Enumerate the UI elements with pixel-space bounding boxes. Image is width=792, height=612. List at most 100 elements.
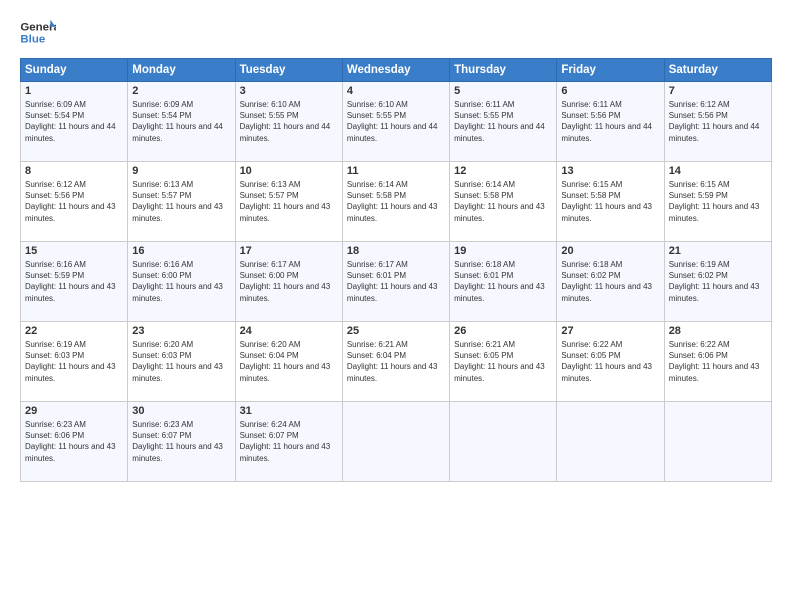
weekday-header: Thursday xyxy=(450,59,557,82)
day-number: 3 xyxy=(240,85,338,97)
page: General Blue SundayMondayTuesdayWednesda… xyxy=(0,0,792,612)
day-number: 2 xyxy=(132,85,230,97)
calendar-cell: 16 Sunrise: 6:16 AMSunset: 6:00 PMDayligh… xyxy=(128,242,235,322)
day-number: 31 xyxy=(240,405,338,417)
weekday-header: Saturday xyxy=(664,59,771,82)
cell-text: Sunrise: 6:23 AMSunset: 6:06 PMDaylight:… xyxy=(25,420,116,463)
calendar-cell: 31 Sunrise: 6:24 AMSunset: 6:07 PMDayligh… xyxy=(235,402,342,482)
weekday-header: Tuesday xyxy=(235,59,342,82)
calendar-cell: 6 Sunrise: 6:11 AMSunset: 5:56 PMDaylight… xyxy=(557,82,664,162)
day-number: 16 xyxy=(132,245,230,257)
cell-text: Sunrise: 6:17 AMSunset: 6:00 PMDaylight:… xyxy=(240,260,331,303)
calendar-cell: 5 Sunrise: 6:11 AMSunset: 5:55 PMDaylight… xyxy=(450,82,557,162)
day-number: 19 xyxy=(454,245,552,257)
cell-text: Sunrise: 6:20 AMSunset: 6:03 PMDaylight:… xyxy=(132,340,223,383)
calendar-cell: 28 Sunrise: 6:22 AMSunset: 6:06 PMDayligh… xyxy=(664,322,771,402)
day-number: 13 xyxy=(561,165,659,177)
day-number: 30 xyxy=(132,405,230,417)
header-row: SundayMondayTuesdayWednesdayThursdayFrid… xyxy=(21,59,772,82)
weekday-header: Monday xyxy=(128,59,235,82)
day-number: 24 xyxy=(240,325,338,337)
logo-icon: General Blue xyxy=(20,18,56,48)
weekday-header: Wednesday xyxy=(342,59,449,82)
cell-text: Sunrise: 6:18 AMSunset: 6:02 PMDaylight:… xyxy=(561,260,652,303)
cell-text: Sunrise: 6:14 AMSunset: 5:58 PMDaylight:… xyxy=(347,180,438,223)
cell-text: Sunrise: 6:22 AMSunset: 6:06 PMDaylight:… xyxy=(669,340,760,383)
header: General Blue xyxy=(20,18,772,48)
weekday-header: Friday xyxy=(557,59,664,82)
cell-text: Sunrise: 6:11 AMSunset: 5:55 PMDaylight:… xyxy=(454,100,545,143)
calendar-cell: 29 Sunrise: 6:23 AMSunset: 6:06 PMDayligh… xyxy=(21,402,128,482)
calendar-cell: 25 Sunrise: 6:21 AMSunset: 6:04 PMDayligh… xyxy=(342,322,449,402)
calendar-cell: 2 Sunrise: 6:09 AMSunset: 5:54 PMDaylight… xyxy=(128,82,235,162)
cell-text: Sunrise: 6:15 AMSunset: 5:59 PMDaylight:… xyxy=(669,180,760,223)
cell-text: Sunrise: 6:10 AMSunset: 5:55 PMDaylight:… xyxy=(347,100,438,143)
calendar-cell: 11 Sunrise: 6:14 AMSunset: 5:58 PMDayligh… xyxy=(342,162,449,242)
day-number: 14 xyxy=(669,165,767,177)
day-number: 23 xyxy=(132,325,230,337)
day-number: 6 xyxy=(561,85,659,97)
calendar-cell: 15 Sunrise: 6:16 AMSunset: 5:59 PMDayligh… xyxy=(21,242,128,322)
day-number: 25 xyxy=(347,325,445,337)
cell-text: Sunrise: 6:19 AMSunset: 6:02 PMDaylight:… xyxy=(669,260,760,303)
day-number: 26 xyxy=(454,325,552,337)
calendar-cell xyxy=(342,402,449,482)
day-number: 10 xyxy=(240,165,338,177)
calendar-cell: 7Sunrise: 6:12 AMSunset: 5:56 PMDaylight… xyxy=(664,82,771,162)
calendar-cell: 8 Sunrise: 6:12 AMSunset: 5:56 PMDaylight… xyxy=(21,162,128,242)
calendar-cell: 9 Sunrise: 6:13 AMSunset: 5:57 PMDaylight… xyxy=(128,162,235,242)
calendar-cell: 17 Sunrise: 6:17 AMSunset: 6:00 PMDayligh… xyxy=(235,242,342,322)
cell-text: Sunrise: 6:11 AMSunset: 5:56 PMDaylight:… xyxy=(561,100,652,143)
calendar-table: SundayMondayTuesdayWednesdayThursdayFrid… xyxy=(20,58,772,482)
calendar-cell xyxy=(557,402,664,482)
cell-text: Sunrise: 6:12 AMSunset: 5:56 PMDaylight:… xyxy=(669,100,760,143)
cell-text: Sunrise: 6:22 AMSunset: 6:05 PMDaylight:… xyxy=(561,340,652,383)
day-number: 21 xyxy=(669,245,767,257)
day-number: 12 xyxy=(454,165,552,177)
calendar-cell xyxy=(450,402,557,482)
cell-text: Sunrise: 6:15 AMSunset: 5:58 PMDaylight:… xyxy=(561,180,652,223)
cell-text: Sunrise: 6:09 AMSunset: 5:54 PMDaylight:… xyxy=(132,100,223,143)
day-number: 29 xyxy=(25,405,123,417)
day-number: 20 xyxy=(561,245,659,257)
calendar-week-row: 1 Sunrise: 6:09 AMSunset: 5:54 PMDaylight… xyxy=(21,82,772,162)
calendar-cell: 22Sunrise: 6:19 AMSunset: 6:03 PMDayligh… xyxy=(21,322,128,402)
day-number: 18 xyxy=(347,245,445,257)
day-number: 11 xyxy=(347,165,445,177)
calendar-cell: 24 Sunrise: 6:20 AMSunset: 6:04 PMDayligh… xyxy=(235,322,342,402)
cell-text: Sunrise: 6:13 AMSunset: 5:57 PMDaylight:… xyxy=(132,180,223,223)
day-number: 28 xyxy=(669,325,767,337)
calendar-cell: 19 Sunrise: 6:18 AMSunset: 6:01 PMDayligh… xyxy=(450,242,557,322)
day-number: 1 xyxy=(25,85,123,97)
cell-text: Sunrise: 6:13 AMSunset: 5:57 PMDaylight:… xyxy=(240,180,331,223)
day-number: 22 xyxy=(25,325,123,337)
calendar-cell: 3Sunrise: 6:10 AMSunset: 5:55 PMDaylight… xyxy=(235,82,342,162)
calendar-cell: 10 Sunrise: 6:13 AMSunset: 5:57 PMDayligh… xyxy=(235,162,342,242)
day-number: 15 xyxy=(25,245,123,257)
cell-text: Sunrise: 6:18 AMSunset: 6:01 PMDaylight:… xyxy=(454,260,545,303)
day-number: 4 xyxy=(347,85,445,97)
calendar-cell: 27 Sunrise: 6:22 AMSunset: 6:05 PMDayligh… xyxy=(557,322,664,402)
calendar-cell: 20 Sunrise: 6:18 AMSunset: 6:02 PMDayligh… xyxy=(557,242,664,322)
cell-text: Sunrise: 6:14 AMSunset: 5:58 PMDaylight:… xyxy=(454,180,545,223)
cell-text: Sunrise: 6:24 AMSunset: 6:07 PMDaylight:… xyxy=(240,420,331,463)
day-number: 9 xyxy=(132,165,230,177)
cell-text: Sunrise: 6:16 AMSunset: 5:59 PMDaylight:… xyxy=(25,260,116,303)
cell-text: Sunrise: 6:21 AMSunset: 6:04 PMDaylight:… xyxy=(347,340,438,383)
day-number: 5 xyxy=(454,85,552,97)
cell-text: Sunrise: 6:16 AMSunset: 6:00 PMDaylight:… xyxy=(132,260,223,303)
day-number: 17 xyxy=(240,245,338,257)
day-number: 27 xyxy=(561,325,659,337)
cell-text: Sunrise: 6:21 AMSunset: 6:05 PMDaylight:… xyxy=(454,340,545,383)
day-number: 8 xyxy=(25,165,123,177)
calendar-cell: 13 Sunrise: 6:15 AMSunset: 5:58 PMDayligh… xyxy=(557,162,664,242)
cell-text: Sunrise: 6:12 AMSunset: 5:56 PMDaylight:… xyxy=(25,180,116,223)
calendar-cell: 18Sunrise: 6:17 AMSunset: 6:01 PMDayligh… xyxy=(342,242,449,322)
calendar-cell: 26 Sunrise: 6:21 AMSunset: 6:05 PMDayligh… xyxy=(450,322,557,402)
calendar-cell: 1 Sunrise: 6:09 AMSunset: 5:54 PMDaylight… xyxy=(21,82,128,162)
calendar-cell: 23 Sunrise: 6:20 AMSunset: 6:03 PMDayligh… xyxy=(128,322,235,402)
calendar-week-row: 15 Sunrise: 6:16 AMSunset: 5:59 PMDayligh… xyxy=(21,242,772,322)
cell-text: Sunrise: 6:09 AMSunset: 5:54 PMDaylight:… xyxy=(25,100,116,143)
cell-text: Sunrise: 6:20 AMSunset: 6:04 PMDaylight:… xyxy=(240,340,331,383)
weekday-header: Sunday xyxy=(21,59,128,82)
